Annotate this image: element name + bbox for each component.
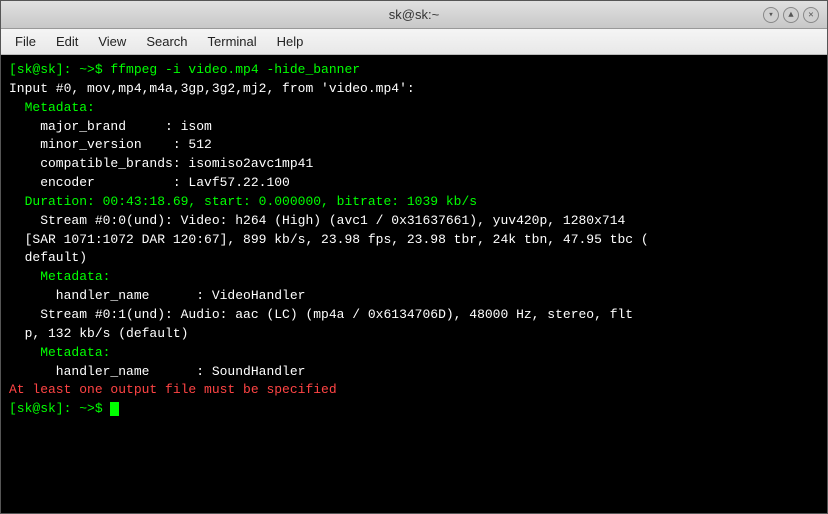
terminal-line-7: encoder : Lavf57.22.100 <box>9 174 819 193</box>
cursor <box>110 402 119 416</box>
menu-help[interactable]: Help <box>267 32 314 51</box>
terminal-line-6: compatible_brands: isomiso2avc1mp41 <box>9 155 819 174</box>
menu-edit[interactable]: Edit <box>46 32 88 51</box>
menu-search[interactable]: Search <box>136 32 197 51</box>
terminal-line-17: handler_name : SoundHandler <box>9 363 819 382</box>
terminal-line-3: Metadata: <box>9 99 819 118</box>
window-dropdown-btn[interactable]: ▾ <box>763 7 779 23</box>
terminal-line-2: Input #0, mov,mp4,m4a,3gp,3g2,mj2, from … <box>9 80 819 99</box>
terminal-line-10: [SAR 1071:1072 DAR 120:67], 899 kb/s, 23… <box>9 231 819 250</box>
menu-view[interactable]: View <box>88 32 136 51</box>
window-minimize-btn[interactable]: ▲ <box>783 7 799 23</box>
menu-file[interactable]: File <box>5 32 46 51</box>
title-bar-controls: ▾ ▲ ✕ <box>763 7 819 23</box>
terminal-line-1: [sk@sk]: ~>$ ffmpeg -i video.mp4 -hide_b… <box>9 61 819 80</box>
terminal-line-13: handler_name : VideoHandler <box>9 287 819 306</box>
terminal-line-16: Metadata: <box>9 344 819 363</box>
terminal-line-15: p, 132 kb/s (default) <box>9 325 819 344</box>
terminal-line-14: Stream #0:1(und): Audio: aac (LC) (mp4a … <box>9 306 819 325</box>
window-title: sk@sk:~ <box>389 7 439 22</box>
terminal-line-4: major_brand : isom <box>9 118 819 137</box>
menu-terminal[interactable]: Terminal <box>198 32 267 51</box>
window-close-btn[interactable]: ✕ <box>803 7 819 23</box>
terminal-line-12: Metadata: <box>9 268 819 287</box>
terminal-line-8: Duration: 00:43:18.69, start: 0.000000, … <box>9 193 819 212</box>
title-bar: sk@sk:~ ▾ ▲ ✕ <box>1 1 827 29</box>
terminal-line-5: minor_version : 512 <box>9 136 819 155</box>
menu-bar: File Edit View Search Terminal Help <box>1 29 827 55</box>
terminal-prompt-line: [sk@sk]: ~>$ <box>9 400 819 419</box>
terminal-body[interactable]: [sk@sk]: ~>$ ffmpeg -i video.mp4 -hide_b… <box>1 55 827 513</box>
terminal-error-line: At least one output file must be specifi… <box>9 381 819 400</box>
terminal-window: sk@sk:~ ▾ ▲ ✕ File Edit View Search Term… <box>0 0 828 514</box>
terminal-line-9: Stream #0:0(und): Video: h264 (High) (av… <box>9 212 819 231</box>
terminal-line-11: default) <box>9 249 819 268</box>
